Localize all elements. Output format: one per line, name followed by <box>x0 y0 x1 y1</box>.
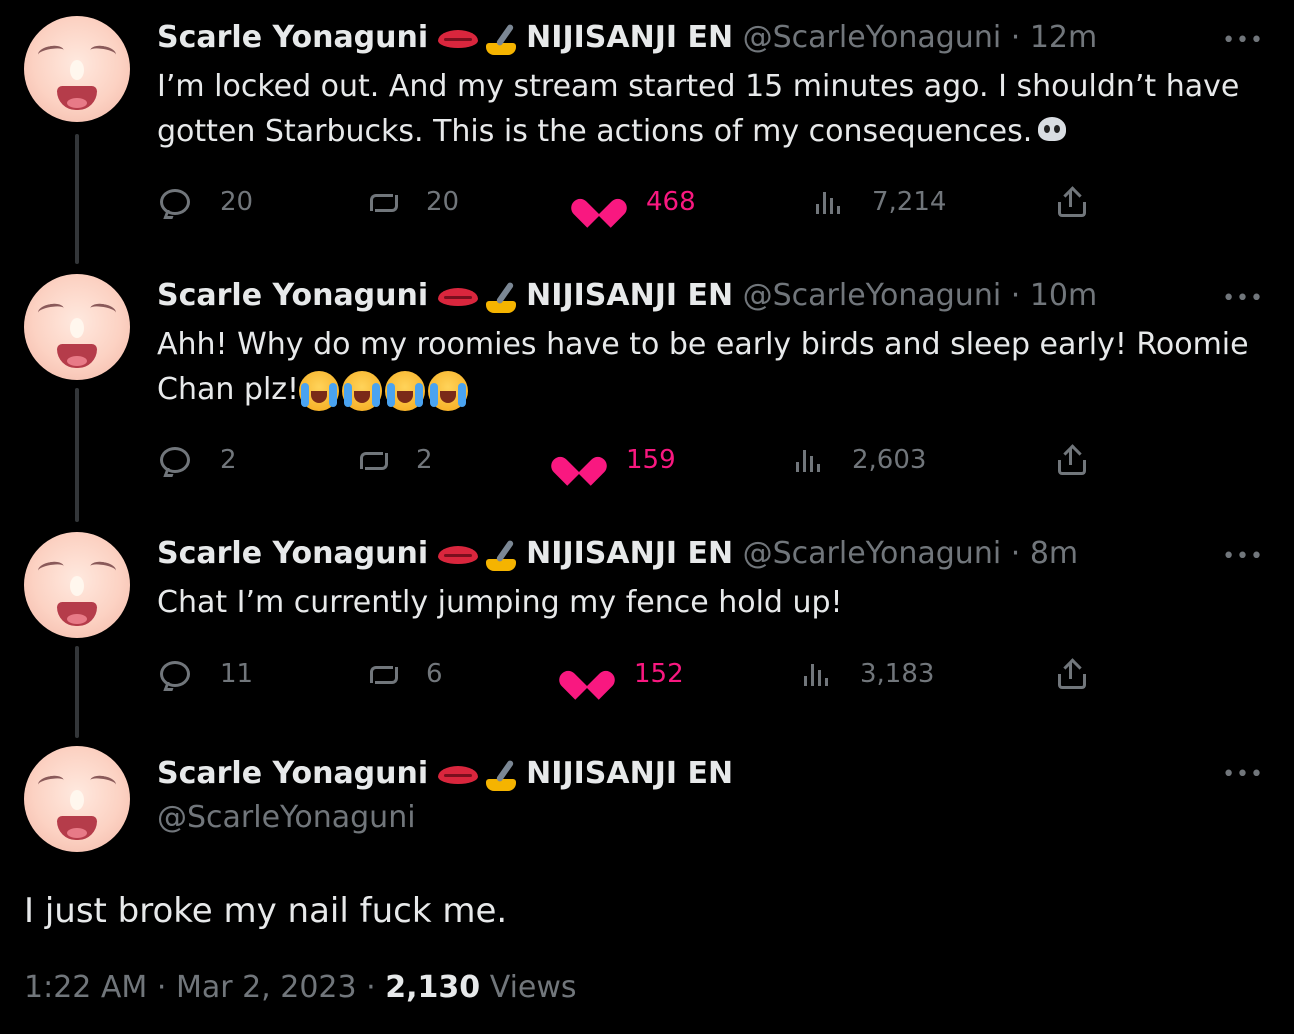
tweet-meta: 1:22 AM · Mar 2, 2023 · 2,130 Views <box>24 970 577 1005</box>
share-icon <box>1056 445 1086 475</box>
views-button[interactable]: 7,214 <box>814 182 946 222</box>
action-bar: 11 6 152 3,183 <box>160 654 1270 694</box>
author-affiliation[interactable]: NIJISANJI EN <box>526 278 733 313</box>
tweet-time[interactable]: 12m <box>1030 20 1097 55</box>
reply-icon <box>160 189 190 215</box>
author-name[interactable]: Scarle Yonaguni <box>157 536 428 571</box>
tweet-date[interactable]: Mar 2, 2023 <box>176 970 357 1005</box>
retweet-button[interactable]: 20 <box>366 182 459 222</box>
action-bar: 2 2 159 2,603 <box>160 440 1270 480</box>
author-handle[interactable]: @ScarleYonaguni <box>743 20 1002 55</box>
like-icon <box>570 659 604 689</box>
nail-polish-icon <box>482 537 522 573</box>
like-button[interactable]: 159 <box>562 440 676 480</box>
like-icon <box>562 445 596 475</box>
loudly-crying-emoji <box>385 370 426 411</box>
skull-emoji <box>1036 116 1068 149</box>
thread-connector-line <box>75 134 79 264</box>
tweet-header: Scarle Yonaguni NIJISANJI EN @ScarleYonag… <box>157 536 1079 573</box>
loudly-crying-emoji <box>428 370 469 411</box>
author-handle[interactable]: @ScarleYonaguni <box>743 278 1002 313</box>
author-affiliation[interactable]: NIJISANJI EN <box>526 536 733 571</box>
like-button[interactable]: 152 <box>570 654 684 694</box>
author-name[interactable]: Scarle Yonaguni <box>157 278 428 313</box>
views-button[interactable]: 3,183 <box>802 654 934 694</box>
tweet-header: Scarle Yonaguni NIJISANJI EN @ScarleYonag… <box>157 278 1098 315</box>
author-affiliation[interactable]: NIJISANJI EN <box>526 20 733 55</box>
loudly-crying-emoji <box>342 370 383 411</box>
thread-connector-line <box>75 388 79 522</box>
action-bar: 20 20 468 7,214 <box>160 182 1270 222</box>
kiss-lips-icon <box>438 286 479 308</box>
tweet-header: Scarle Yonaguni NIJISANJI EN <box>157 756 733 793</box>
views-icon <box>794 448 822 472</box>
retweet-icon <box>366 190 402 214</box>
kiss-lips-icon <box>438 28 479 50</box>
avatar[interactable] <box>24 274 130 380</box>
loudly-crying-emoji <box>299 370 340 411</box>
reply-icon <box>160 447 190 473</box>
like-button[interactable]: 468 <box>582 182 696 222</box>
nail-polish-icon <box>482 279 522 315</box>
author-handle[interactable]: @ScarleYonaguni <box>743 536 1002 571</box>
thread-connector-line <box>75 646 79 738</box>
views-label: Views <box>489 970 577 1005</box>
share-button[interactable] <box>1056 654 1086 694</box>
tweet-time[interactable]: 10m <box>1030 278 1097 313</box>
views-count: 2,130 <box>385 970 481 1005</box>
retweet-button[interactable]: 2 <box>356 440 433 480</box>
more-icon[interactable]: ••• <box>1222 762 1264 787</box>
tweet-time[interactable]: 8m <box>1030 536 1078 571</box>
tweet-text: Ahh! Why do my roomies have to be early … <box>157 322 1267 412</box>
share-button[interactable] <box>1056 182 1086 222</box>
nail-polish-icon <box>482 757 522 793</box>
more-icon[interactable]: ••• <box>1222 544 1264 569</box>
tweet-header: Scarle Yonaguni NIJISANJI EN @ScarleYonag… <box>157 20 1098 57</box>
retweet-button[interactable]: 6 <box>366 654 443 694</box>
reply-button[interactable]: 20 <box>160 182 253 222</box>
author-affiliation[interactable]: NIJISANJI EN <box>526 756 733 791</box>
author-name[interactable]: Scarle Yonaguni <box>157 756 428 791</box>
retweet-icon <box>356 448 392 472</box>
share-icon <box>1056 187 1086 217</box>
kiss-lips-icon <box>438 544 479 566</box>
views-icon <box>802 662 830 686</box>
tweet-text: I’m locked out. And my stream started 15… <box>157 69 1240 149</box>
nail-polish-icon <box>482 21 522 57</box>
kiss-lips-icon <box>438 764 479 786</box>
views-button[interactable]: 2,603 <box>794 440 926 480</box>
tweet-timestamp[interactable]: 1:22 AM <box>24 970 147 1005</box>
more-icon[interactable]: ••• <box>1222 28 1264 53</box>
avatar[interactable] <box>24 532 130 638</box>
reply-button[interactable]: 11 <box>160 654 253 694</box>
retweet-icon <box>366 662 402 686</box>
share-button[interactable] <box>1056 440 1086 480</box>
avatar[interactable] <box>24 16 130 122</box>
author-handle[interactable]: @ScarleYonaguni <box>157 800 416 835</box>
avatar[interactable] <box>24 746 130 852</box>
author-name[interactable]: Scarle Yonaguni <box>157 20 428 55</box>
reply-icon <box>160 661 190 687</box>
more-icon[interactable]: ••• <box>1222 286 1264 311</box>
views-icon <box>814 190 842 214</box>
like-icon <box>582 187 616 217</box>
reply-button[interactable]: 2 <box>160 440 237 480</box>
tweet-text: Chat I’m currently jumping my fence hold… <box>157 585 843 620</box>
main-tweet-text: I just broke my nail fuck me. <box>24 891 508 931</box>
share-icon <box>1056 659 1086 689</box>
